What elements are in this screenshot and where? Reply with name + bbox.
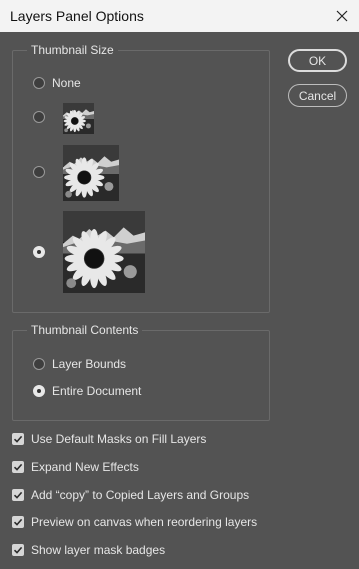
sunflower-thumbnail-art (63, 103, 94, 134)
thumbnail-large-image (63, 211, 145, 293)
radio-medium[interactable] (33, 166, 45, 178)
thumbnail-size-small[interactable] (33, 111, 45, 123)
add-copy-label: Add “copy” to Copied Layers and Groups (31, 488, 250, 502)
checkmark-icon (13, 546, 23, 554)
contents-layer-bounds[interactable]: Layer Bounds (33, 357, 126, 371)
checkbox-add-copy[interactable]: Add “copy” to Copied Layers and Groups (12, 488, 249, 502)
radio-layer-bounds[interactable] (33, 358, 45, 370)
checkmark-icon (13, 435, 23, 443)
checkbox-add-copy-box[interactable] (12, 489, 24, 501)
expand-new-effects-label: Expand New Effects (31, 460, 139, 474)
thumbnail-small-image (63, 103, 94, 134)
checkbox-expand-new-effects-box[interactable] (12, 461, 24, 473)
radio-none-label: None (52, 76, 81, 90)
thumbnail-size-large[interactable] (33, 246, 45, 258)
sunflower-thumbnail-art (63, 145, 119, 201)
checkbox-show-mask-badges-box[interactable] (12, 544, 24, 556)
checkmark-icon (13, 518, 23, 526)
entire-document-label: Entire Document (52, 384, 142, 398)
ok-button[interactable]: OK (288, 49, 347, 72)
checkbox-show-mask-badges[interactable]: Show layer mask badges (12, 543, 165, 557)
show-mask-badges-label: Show layer mask badges (31, 543, 166, 557)
checkbox-expand-new-effects[interactable]: Expand New Effects (12, 460, 139, 474)
thumbnail-medium-image (63, 145, 119, 201)
radio-entire-document[interactable] (33, 385, 45, 397)
thumbnail-contents-group: Thumbnail Contents (12, 323, 270, 421)
close-button[interactable] (325, 0, 359, 32)
checkmark-icon (13, 463, 23, 471)
thumbnail-contents-legend: Thumbnail Contents (31, 323, 139, 337)
thumbnail-size-none[interactable]: None (33, 76, 81, 90)
dialog-title: Layers Panel Options (10, 8, 144, 24)
sunflower-thumbnail-art (63, 211, 145, 293)
checkbox-use-default-masks[interactable]: Use Default Masks on Fill Layers (12, 432, 206, 446)
checkbox-preview-on-canvas-box[interactable] (12, 516, 24, 528)
close-icon (336, 10, 348, 22)
preview-on-canvas-label: Preview on canvas when reordering layers (31, 515, 258, 529)
radio-large[interactable] (33, 246, 45, 258)
checkbox-preview-on-canvas[interactable]: Preview on canvas when reordering layers (12, 515, 257, 529)
radio-none[interactable] (33, 77, 45, 89)
title-bar: Layers Panel Options (0, 0, 359, 32)
radio-small[interactable] (33, 111, 45, 123)
checkbox-use-default-masks-box[interactable] (12, 433, 24, 445)
contents-entire-document[interactable]: Entire Document (33, 384, 141, 398)
thumbnail-size-legend: Thumbnail Size (31, 43, 114, 57)
cancel-button[interactable]: Cancel (288, 84, 347, 107)
checkmark-icon (13, 491, 23, 499)
layer-bounds-label: Layer Bounds (52, 357, 127, 371)
use-default-masks-label: Use Default Masks on Fill Layers (31, 432, 207, 446)
thumbnail-size-medium[interactable] (33, 166, 45, 178)
